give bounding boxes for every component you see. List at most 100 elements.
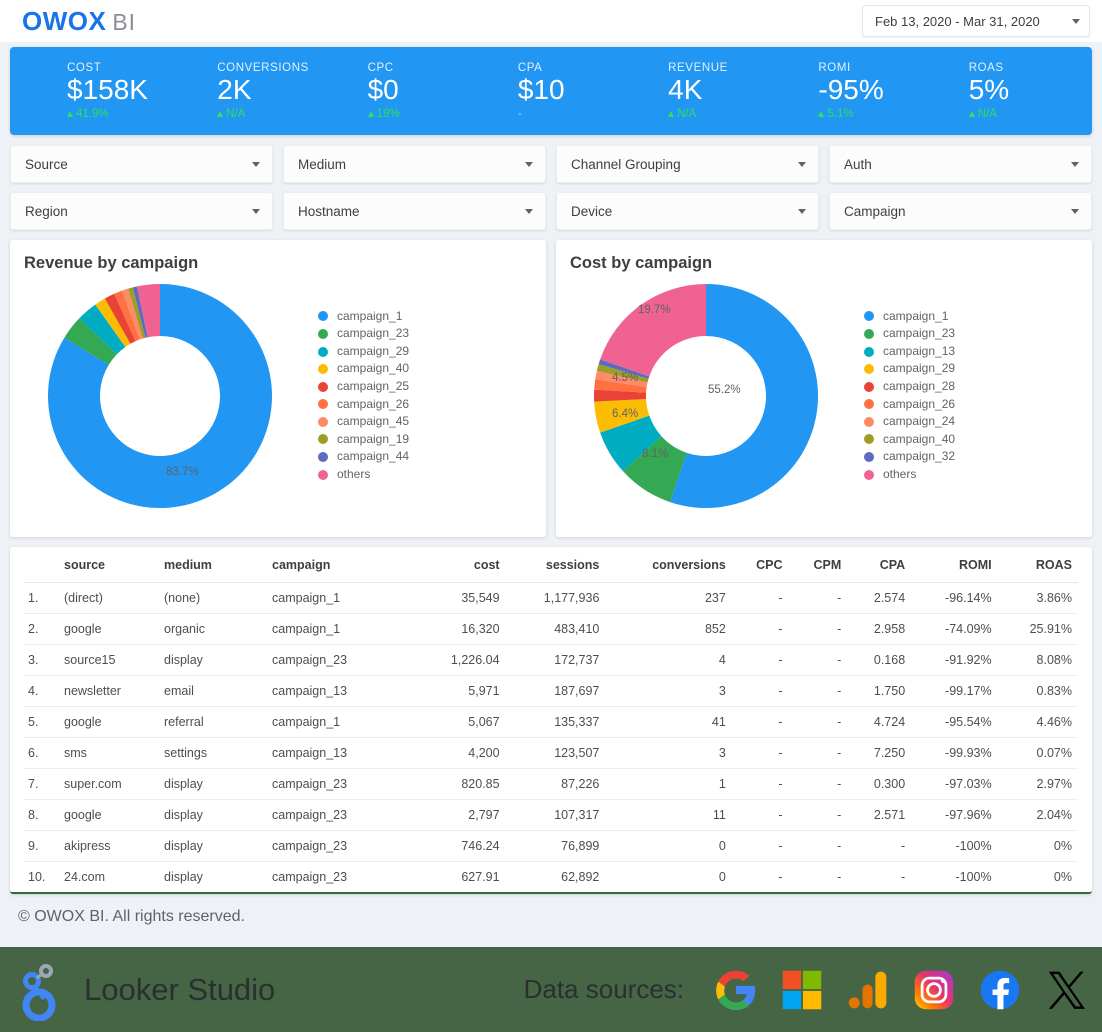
cost-donut-chart[interactable]: 55.2% 8.1% 6.4% 4.5% 19.7% — [590, 280, 822, 512]
legend-item[interactable]: campaign_28 — [864, 378, 955, 396]
legend-item[interactable]: campaign_45 — [318, 413, 409, 431]
filter-auth[interactable]: Auth — [829, 145, 1092, 183]
table-cell-cpc: - — [731, 644, 789, 676]
filter-campaign[interactable]: Campaign — [829, 192, 1092, 230]
table-cell-cpa: 0.168 — [847, 644, 912, 676]
table-cell-roas: 0.07% — [997, 737, 1078, 769]
table-header-cell[interactable]: sessions — [505, 547, 606, 583]
table-header-cell[interactable]: medium — [158, 547, 266, 583]
table-cell-cpm: - — [788, 675, 848, 707]
table-header-cell[interactable]: CPC — [731, 547, 789, 583]
table-row[interactable]: 7. super.com display campaign_23 820.85 87,22… — [24, 768, 1078, 800]
table-cell-cpa: 7.250 — [847, 737, 912, 769]
legend-item[interactable]: campaign_26 — [864, 396, 955, 414]
legend-color-swatch — [864, 381, 874, 392]
legend-label: campaign_40 — [883, 431, 956, 446]
legend-item[interactable]: campaign_19 — [318, 431, 409, 449]
kpi-label: ROMI — [818, 62, 851, 75]
legend-item[interactable]: others — [318, 466, 409, 484]
legend-color-swatch — [864, 328, 874, 339]
legend-item[interactable]: campaign_40 — [318, 360, 409, 378]
revenue-chart-legend: campaign_1 campaign_23 campaign_29 campaign… — [310, 308, 409, 484]
table-header-cell[interactable]: ROAS — [997, 547, 1078, 583]
table-cell-cpa: 2.958 — [847, 613, 912, 645]
legend-item[interactable]: campaign_26 — [318, 396, 409, 414]
charts-row: Revenue by campaign 83.7% campaign_1 camp… — [10, 240, 1092, 537]
table-header-cell[interactable]: CPM — [788, 547, 848, 583]
legend-item[interactable]: campaign_1 — [318, 308, 409, 326]
legend-color-swatch — [864, 399, 874, 410]
kpi-cpa: CPA $10- — [491, 62, 641, 119]
legend-item[interactable]: campaign_23 — [318, 325, 409, 343]
table-cell-sessions: 483,410 — [505, 613, 606, 645]
legend-label: campaign_32 — [883, 449, 956, 464]
table-cell-cost: 5,971 — [416, 675, 506, 707]
legend-item[interactable]: campaign_13 — [864, 343, 955, 361]
table-row[interactable]: 5. google referral campaign_1 5,067 135,337 41… — [24, 706, 1078, 738]
legend-item[interactable]: campaign_29 — [318, 343, 409, 361]
table-row[interactable]: 9. akipress display campaign_23 746.24 76,899… — [24, 830, 1078, 862]
legend-item[interactable]: campaign_32 — [864, 448, 955, 466]
legend-item[interactable]: campaign_25 — [318, 378, 409, 396]
legend-label: campaign_23 — [337, 326, 410, 341]
microsoft-icon — [782, 970, 822, 1009]
filter-hostname[interactable]: Hostname — [283, 192, 546, 230]
table-row[interactable]: 10. 24.com display campaign_23 627.91 62,892 0… — [24, 862, 1078, 893]
filter-device[interactable]: Device — [556, 192, 819, 230]
table-header-cell[interactable]: conversions — [605, 547, 732, 583]
table-header-cell[interactable]: cost — [416, 547, 506, 583]
table-cell-cpc: - — [731, 582, 789, 614]
table-row[interactable]: 6. sms settings campaign_13 4,200 123,507 3- -7… — [24, 737, 1078, 769]
table-header-cell[interactable]: ROMI — [911, 547, 998, 583]
kpi-delta-value: - — [517, 107, 522, 120]
date-range-selector[interactable]: Feb 13, 2020 - Mar 31, 2020 — [862, 5, 1090, 37]
legend-color-swatch — [864, 469, 874, 480]
table-cell-campaign: campaign_1 — [266, 613, 416, 645]
table-cell-idx: 1. — [24, 582, 58, 614]
legend-item[interactable]: campaign_24 — [864, 413, 955, 431]
legend-item[interactable]: campaign_40 — [864, 431, 955, 449]
legend-color-swatch — [864, 311, 874, 322]
table-header-cell[interactable] — [24, 547, 58, 583]
filter-source[interactable]: Source — [10, 145, 273, 183]
table-cell-idx: 3. — [24, 644, 58, 676]
legend-color-swatch — [864, 364, 874, 375]
table-row[interactable]: 4. newsletter email campaign_13 5,971 187,697… — [24, 675, 1078, 707]
table-cell-cost: 4,200 — [416, 737, 506, 769]
legend-item[interactable]: campaign_23 — [864, 325, 955, 343]
x-twitter-icon — [1048, 971, 1085, 1009]
legend-item[interactable]: others — [864, 466, 955, 484]
legend-label: campaign_23 — [883, 326, 956, 341]
table-header-cell[interactable]: CPA — [847, 547, 912, 583]
cost-by-campaign-card: Cost by campaign 55.2% 8.1% 6.4% 4.5% 19.7% … — [556, 240, 1092, 537]
table-cell-romi: -100% — [955, 870, 992, 884]
legend-color-swatch — [318, 399, 328, 410]
legend-item[interactable]: campaign_29 — [864, 360, 955, 378]
table-row[interactable]: 8. google display campaign_23 2,797 107,317 11… — [24, 799, 1078, 831]
filter-channel-grouping[interactable]: Channel Grouping — [556, 145, 819, 183]
donut-slice[interactable] — [600, 283, 706, 376]
filter-region[interactable]: Region — [10, 192, 273, 230]
legend-item[interactable]: campaign_1 — [864, 308, 955, 326]
table-row[interactable]: 3. source15 display campaign_23 1,226.04 172,… — [24, 644, 1078, 676]
table-row[interactable]: 2. google organic campaign_1 16,320 483,410 85… — [24, 613, 1078, 645]
kpi-roas: ROAS 5% N/A — [942, 62, 1092, 120]
table-cell-cpc: - — [731, 768, 789, 800]
table-cell-conversions: 0 — [605, 830, 732, 862]
table-header-cell[interactable]: source — [58, 547, 158, 583]
arrow-up-icon — [818, 110, 825, 117]
chevron-down-icon — [252, 208, 260, 214]
chevron-down-icon — [798, 208, 806, 214]
legend-item[interactable]: campaign_44 — [318, 448, 409, 466]
table-header-cell[interactable]: campaign — [266, 547, 416, 583]
table-cell-cost: 746.24 — [416, 830, 506, 862]
revenue-donut-chart[interactable]: 83.7% — [44, 280, 276, 512]
revenue-donut-wrap: 83.7% — [10, 280, 310, 512]
legend-label: others — [883, 466, 917, 481]
filter-medium[interactable]: Medium — [283, 145, 546, 183]
table-cell-romi: -96.14% — [911, 582, 998, 614]
table-cell-sessions: 172,737 — [505, 644, 606, 676]
table-cell-conversions: 3 — [605, 737, 732, 769]
legend-label: campaign_40 — [337, 361, 410, 376]
table-row[interactable]: 1. (direct) (none) campaign_1 35,549 1,177,93… — [24, 582, 1078, 614]
